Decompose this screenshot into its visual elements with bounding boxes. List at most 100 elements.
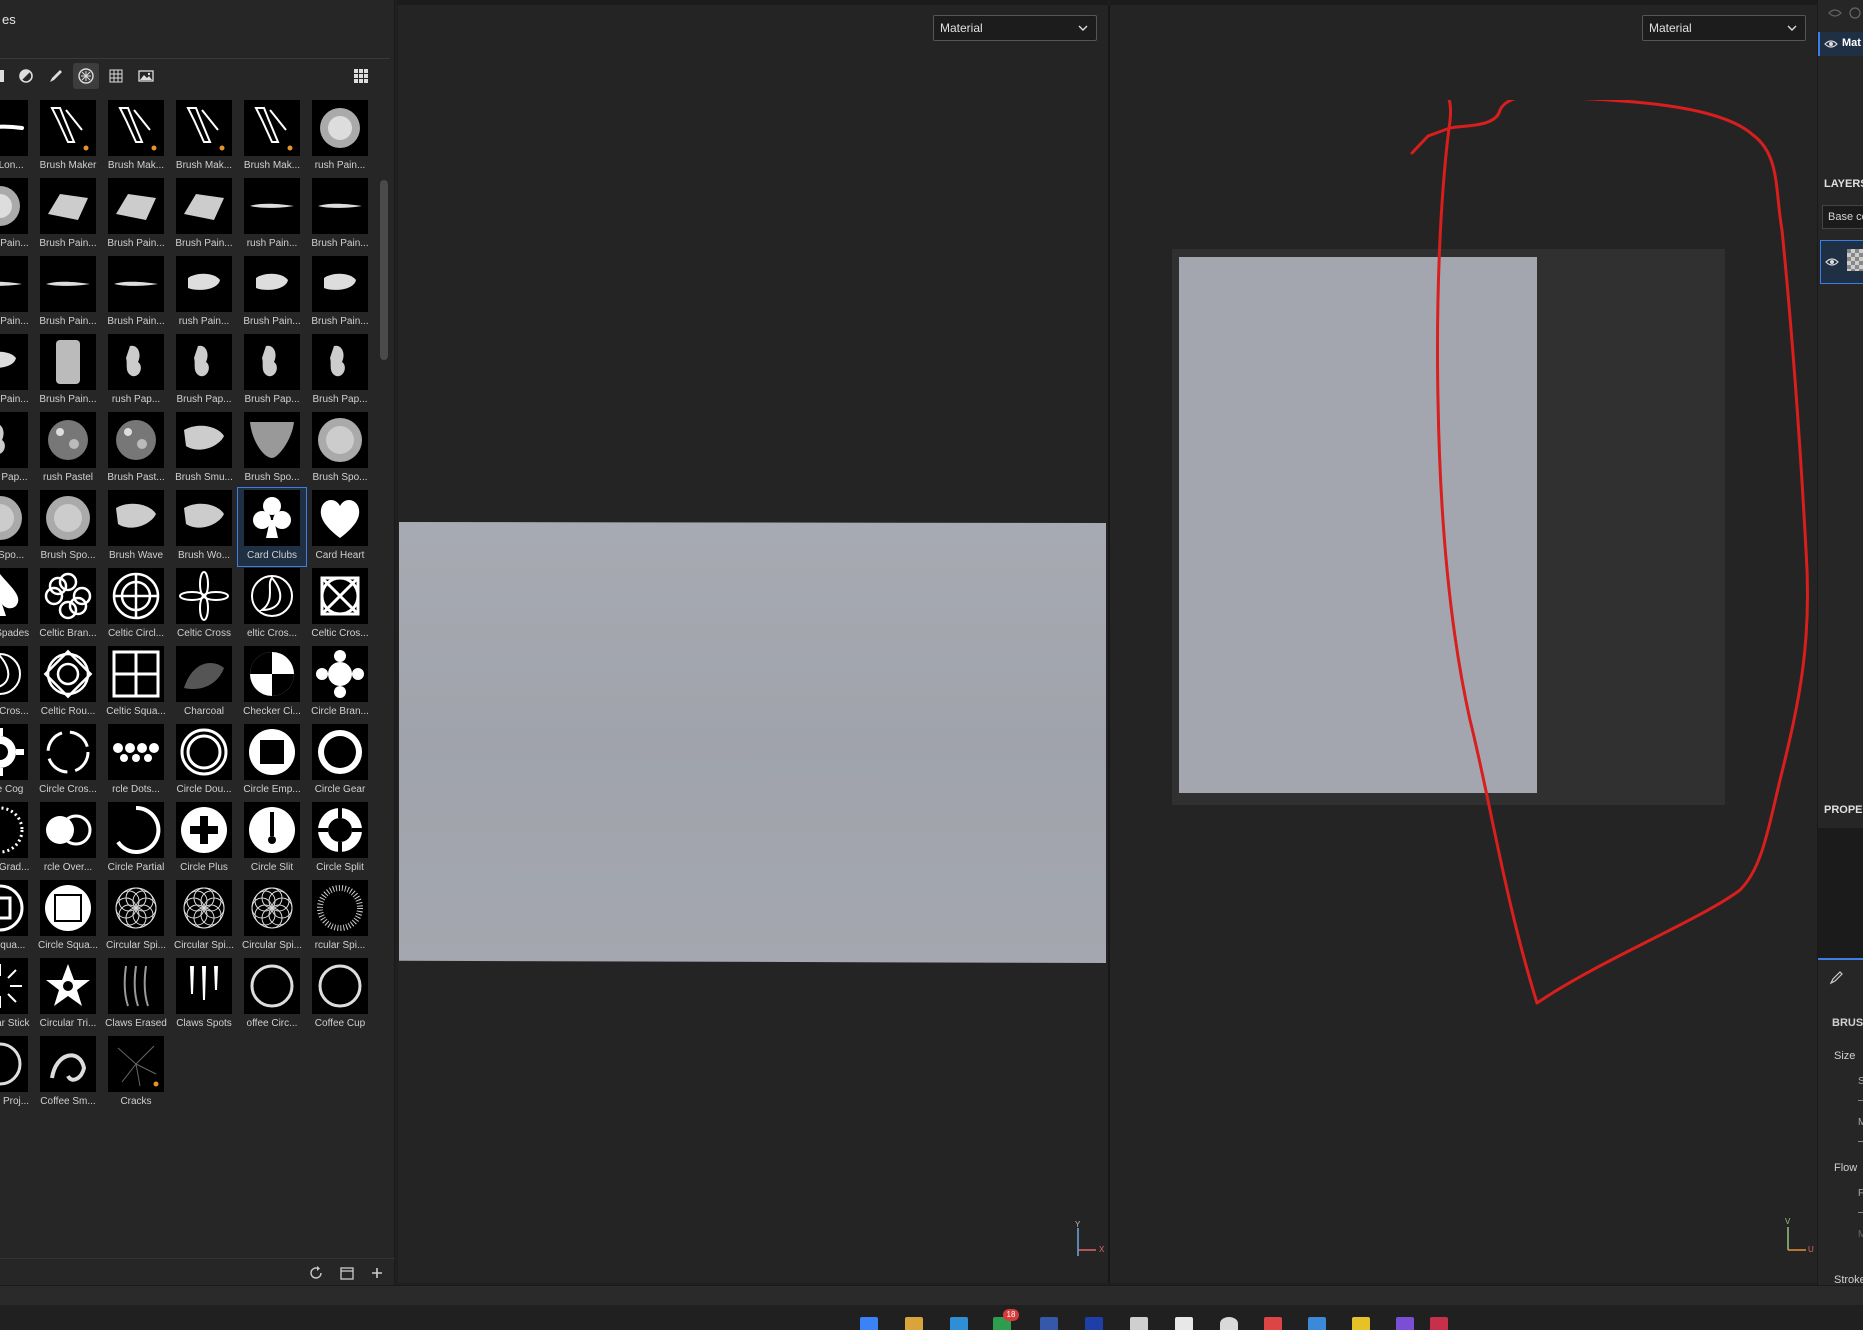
viewport-2d-mode-select[interactable]: Material	[1642, 15, 1806, 41]
shelf-thumbnail[interactable]: Circular Tri...	[34, 956, 102, 1034]
shelf-thumbnail[interactable]: Brush Pain...	[102, 176, 170, 254]
folder-icon[interactable]	[337, 1263, 357, 1283]
shelf-thumbnail[interactable]: Circle Emp...	[238, 722, 306, 800]
alpha-icon[interactable]	[73, 63, 99, 89]
shelf-thumbnail[interactable]: Brush Pain...	[238, 254, 306, 332]
shelf-thumbnail[interactable]: Brush Wave	[102, 488, 170, 566]
shelf-thumbnail[interactable]: Brush Past...	[102, 410, 170, 488]
brush-tab-icon[interactable]	[1828, 970, 1844, 986]
shelf-thumbnail[interactable]: Brush Pain...	[306, 254, 374, 332]
shelf-thumbnail[interactable]: Claws Spots	[170, 956, 238, 1034]
shelf-thumbnail[interactable]: Brush Smu...	[170, 410, 238, 488]
shelf-thumbnail[interactable]: rush Pain...	[170, 254, 238, 332]
taskbar-app-icon[interactable]	[1220, 1317, 1238, 1330]
taskbar-app-icon[interactable]	[1130, 1317, 1148, 1330]
shelf-thumbnail[interactable]: Charcoal	[170, 644, 238, 722]
shelf-thumbnail[interactable]: rush Pap...	[102, 332, 170, 410]
shelf-thumbnail[interactable]: Cracks	[102, 1034, 170, 1112]
taskbar-app-icon[interactable]	[860, 1317, 878, 1330]
shelf-thumbnail[interactable]: Circle Partial	[102, 800, 170, 878]
shelf-thumbnail[interactable]: Circular Spi...	[102, 878, 170, 956]
shelf-thumbnail[interactable]: Celtic Bran...	[34, 566, 102, 644]
layer-row[interactable]	[1820, 240, 1863, 284]
shelf-thumbnail[interactable]: Card Heart	[306, 488, 374, 566]
shelf-thumbnail[interactable]: Card Clubs	[237, 487, 307, 567]
shelf-thumbnail[interactable]: Brush Pap...	[170, 332, 238, 410]
shelf-thumbnail[interactable]: Circle Grad...	[0, 800, 34, 878]
size-slider[interactable]	[1858, 1100, 1863, 1101]
shelf-thumbnail[interactable]: Brush Mak...	[238, 98, 306, 176]
shelf-thumbnail[interactable]: Brush Spo...	[34, 488, 102, 566]
shelf-thumbnail[interactable]: Circle Split	[306, 800, 374, 878]
shelf-thumbnail[interactable]: Brush Maker	[34, 98, 102, 176]
shelf-thumbnail[interactable]: Circle Slit	[238, 800, 306, 878]
shelf-thumbnail[interactable]: Brush Mak...	[102, 98, 170, 176]
taskbar-app-icon[interactable]	[1175, 1317, 1193, 1330]
visibility-icon[interactable]	[1848, 6, 1862, 20]
shelf-thumbnail[interactable]: eltic Cros...	[238, 566, 306, 644]
eye-icon[interactable]	[1824, 38, 1838, 50]
shelf-thumbnail[interactable]: Brush Pap...	[238, 332, 306, 410]
shelf-thumbnail[interactable]: Brush Pain...	[306, 176, 374, 254]
shelf-thumbnail[interactable]: rcular Spi...	[306, 878, 374, 956]
brush-icon[interactable]	[43, 63, 69, 89]
shelf-thumbnail[interactable]: Circle Plus	[170, 800, 238, 878]
size-slider-2[interactable]	[1858, 1141, 1863, 1142]
shelf-thumbnail[interactable]: rush Spo...	[0, 488, 34, 566]
shelf-thumbnail[interactable]: Claws Erased	[102, 956, 170, 1034]
shelf-thumbnail[interactable]: Brush Pain...	[0, 254, 34, 332]
shelf-thumbnail[interactable]: Card Spades	[0, 566, 34, 644]
shelf-thumbnail[interactable]: rush Pastel	[34, 410, 102, 488]
shelf-thumbnail[interactable]: Celtic Squa...	[102, 644, 170, 722]
shelf-thumbnail[interactable]: Circle Squa...	[34, 878, 102, 956]
shelf-thumbnail[interactable]: Brush Pain...	[102, 254, 170, 332]
shelf-thumbnail[interactable]: Circular Spi...	[238, 878, 306, 956]
shelf-thumbnail[interactable]: Celtic Cros...	[0, 644, 34, 722]
shelf-thumbnail[interactable]: Circular Stick	[0, 956, 34, 1034]
viewport-3d[interactable]: Material Y X	[398, 0, 1108, 1283]
view-grid-icon[interactable]	[348, 63, 374, 89]
taskbar-app-icon[interactable]	[1430, 1317, 1448, 1330]
environment-icon[interactable]	[133, 63, 159, 89]
shelf-thumbnail[interactable]: Brush Pain...	[34, 176, 102, 254]
taskbar-app-icon[interactable]	[1264, 1317, 1282, 1330]
shelf-thumbnail[interactable]: Coffee Cup	[306, 956, 374, 1034]
shelf-thumbnail[interactable]: Circular Spi...	[170, 878, 238, 956]
taskbar-app-icon[interactable]	[950, 1317, 968, 1330]
eye-icon[interactable]	[1825, 256, 1839, 268]
shelf-thumbnail[interactable]: Celtic Cros...	[306, 566, 374, 644]
shelf-thumbnail[interactable]: Coffee Sm...	[34, 1034, 102, 1112]
shelf-scrollbar-thumb[interactable]	[380, 180, 388, 360]
taskbar-app-icon[interactable]	[1308, 1317, 1326, 1330]
viewport-3d-mode-select[interactable]: Material	[933, 15, 1097, 41]
shelf-thumbnail[interactable]: Brush Pap...	[0, 410, 34, 488]
shelf-thumbnail[interactable]: Brush Pap...	[306, 332, 374, 410]
shelf-thumbnail[interactable]: Brush Pain...	[170, 176, 238, 254]
shelf-thumbnail[interactable]: rcle Dots...	[102, 722, 170, 800]
flow-slider[interactable]	[1858, 1212, 1863, 1213]
shelf-thumbnail[interactable]: offee Circ...	[238, 956, 306, 1034]
shelf-thumbnail[interactable]: rush Pain...	[238, 176, 306, 254]
shelf-thumbnail[interactable]: Brush Pain...	[0, 176, 34, 254]
shelf-thumbnail[interactable]: Circle Cros...	[34, 722, 102, 800]
taskbar-app-icon[interactable]	[1352, 1317, 1370, 1330]
filter-icon[interactable]	[13, 63, 39, 89]
shelf-thumbnail[interactable]: Checker Ci...	[238, 644, 306, 722]
shelf-thumbnail[interactable]: Brush Mak...	[170, 98, 238, 176]
shelf-thumbnail[interactable]: Brush Spo...	[306, 410, 374, 488]
shelf-thumbnail[interactable]: Brush Pain...	[34, 254, 102, 332]
shelf-thumbnail[interactable]: Circle Bran...	[306, 644, 374, 722]
shelf-thumbnail[interactable]: Celtic Rou...	[34, 644, 102, 722]
shelf-thumbnail[interactable]: Brush Pain...	[0, 332, 34, 410]
taskbar-app-icon[interactable]	[1396, 1317, 1414, 1330]
shelf-thumbnail[interactable]: Circle Dou...	[170, 722, 238, 800]
shelf-thumbnail[interactable]: Celtic Circl...	[102, 566, 170, 644]
taskbar-app-icon[interactable]	[1085, 1317, 1103, 1330]
texture-set-row[interactable]: Mat	[1818, 32, 1863, 56]
grid-pattern-icon[interactable]	[103, 63, 129, 89]
shelf-thumbnail[interactable]: Brush Spo...	[238, 410, 306, 488]
shelf-thumbnail[interactable]: rcle Squa...	[0, 878, 34, 956]
shelf-thumbnail[interactable]: Brush Pain...	[34, 332, 102, 410]
shelf-thumbnail[interactable]: rush Pain...	[306, 98, 374, 176]
channel-dropdown[interactable]: Base co	[1822, 205, 1863, 229]
